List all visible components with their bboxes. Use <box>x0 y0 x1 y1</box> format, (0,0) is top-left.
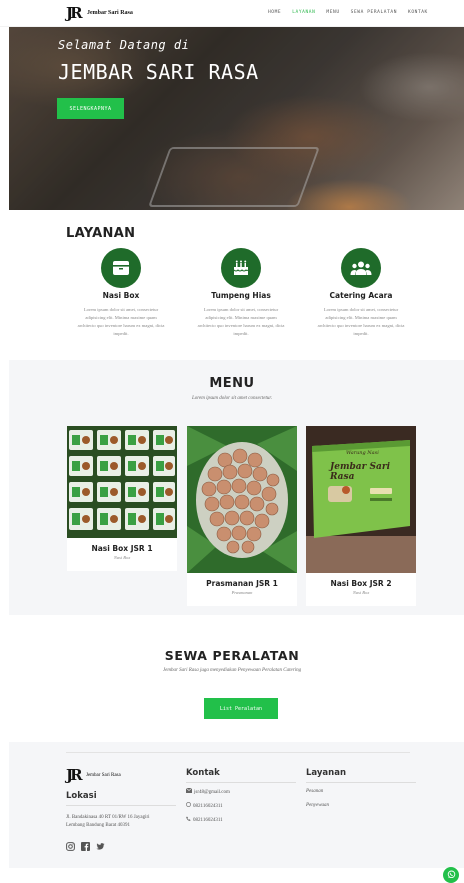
list-peralatan-button[interactable]: List Peralatan <box>204 698 278 719</box>
layanan-footer-divider <box>306 782 416 783</box>
nasi-box-photo <box>67 426 177 538</box>
hero-more-button[interactable]: Selengkapnya <box>57 98 124 119</box>
address-line-1: Jl. Bandakinasa 40 RT 01/RW 16 Jayagiri <box>66 815 150 820</box>
whatsapp-icon <box>447 866 456 883</box>
box-icon <box>101 248 141 288</box>
service-desc: Lorem ipsum dolor sit amet, consectetur … <box>317 307 405 336</box>
email-text: jsr48@gmail.com <box>194 789 230 795</box>
envelope-icon <box>185 787 193 797</box>
menu-subtitle: Lorem ipsum dolor sit amet consectetur. <box>191 396 273 401</box>
lokasi-title: Lokasi <box>66 791 97 801</box>
nav-item-home[interactable]: Home <box>268 10 281 15</box>
email-row[interactable]: jsr48@gmail.com <box>185 787 230 797</box>
prasmanan-photo <box>187 426 297 573</box>
menu-card-category: Nasi Box <box>352 590 370 595</box>
footer-link-penyewaan[interactable]: Penyewaan <box>306 802 329 810</box>
service-desc: Lorem ipsum dolor sit amet, consectetur … <box>77 307 165 336</box>
service-name: Catering Acara <box>329 291 393 300</box>
footer-link-pesanan[interactable]: Pesanan <box>306 788 323 796</box>
service-desc: Lorem ipsum dolor sit amet, consectetur … <box>197 307 285 336</box>
hero-welcome-text: Selamat Datang di <box>58 38 190 52</box>
whatsapp-float-button[interactable] <box>443 867 459 883</box>
sewa-subtitle: Jembar Sari Rasa juga menyediakan Penyew… <box>162 668 302 673</box>
social-links <box>66 842 105 851</box>
service-name: Tumpeng Hias <box>211 291 271 300</box>
menu-card-name: Nasi Box JSR 1 <box>91 544 153 553</box>
nav-item-layanan[interactable]: Layanan <box>292 10 315 15</box>
kontak-title: Kontak <box>186 768 220 778</box>
footer-brand-text: Jembar Sari Rasa <box>86 772 121 778</box>
menu-card-category: Prasmanan <box>231 590 253 595</box>
address-line-2: Lembang Bandung Barat 40391 <box>66 823 131 828</box>
menu-card-nasi-box-jsr-2[interactable]: Warung Nasi Jembar Sari Rasa Nasi Box JS… <box>306 426 416 606</box>
users-icon <box>341 248 381 288</box>
brand-mark: JR <box>66 4 83 22</box>
kontak-divider <box>186 782 296 783</box>
service-nasi-box: Nasi Box Lorem ipsum dolor sit amet, con… <box>76 248 166 338</box>
hero-food-tray <box>148 147 320 207</box>
service-name: Nasi Box <box>102 291 140 300</box>
nav-item-sewa-peralatan[interactable]: Sewa Peralatan <box>351 10 397 15</box>
menu-card-prasmanan-jsr-1[interactable]: Prasmanan JSR 1 Prasmanan <box>187 426 297 606</box>
phone-text: 082116024311 <box>193 803 223 809</box>
box-label-name: Jembar Sari Rasa <box>330 462 390 482</box>
layanan-title: LAYANAN <box>66 226 136 241</box>
nasi-box-2-photo: Warung Nasi Jembar Sari Rasa <box>306 426 416 573</box>
lokasi-divider <box>66 805 176 806</box>
menu-title: MENU <box>209 376 255 391</box>
hero-title: JEMBAR SARI RASA <box>58 60 259 84</box>
sewa-title: SEWA PERALATAN <box>164 648 300 663</box>
nav-menu: Home Layanan Menu Sewa Peralatan Kontak <box>268 10 428 15</box>
cake-icon <box>221 248 261 288</box>
nav-item-menu[interactable]: Menu <box>326 10 339 15</box>
phone-row-1[interactable]: 082116024311 <box>186 802 223 811</box>
instagram-icon[interactable] <box>66 842 75 851</box>
phone-row-2[interactable]: 082116024311 <box>186 816 223 825</box>
footer-brand-mark: JR <box>66 766 83 784</box>
phone-icon <box>186 816 191 825</box>
service-catering-acara: Catering Acara Lorem ipsum dolor sit ame… <box>316 248 406 338</box>
layanan-footer-title: Layanan <box>306 768 347 778</box>
menu-card-name: Prasmanan JSR 1 <box>206 579 278 588</box>
service-tumpeng-hias: Tumpeng Hias Lorem ipsum dolor sit amet,… <box>196 248 286 338</box>
nav-item-kontak[interactable]: Kontak <box>408 10 428 15</box>
menu-card-category: Nasi Box <box>113 555 131 560</box>
brand-text: Jembar Sari Rasa <box>87 10 133 16</box>
menu-card-nasi-box-jsr-1[interactable]: Nasi Box JSR 1 Nasi Box <box>67 426 177 571</box>
menu-card-name: Nasi Box JSR 2 <box>330 579 392 588</box>
footer-divider <box>66 752 410 753</box>
facebook-icon[interactable] <box>81 842 90 851</box>
whatsapp-icon <box>186 802 191 811</box>
twitter-icon[interactable] <box>96 842 105 851</box>
box-label-top: Warung Nasi <box>346 450 379 456</box>
phone-text: 082116024311 <box>193 817 223 823</box>
footer-brand[interactable]: JR Jembar Sari Rasa <box>66 766 121 784</box>
navbar: JR Jembar Sari Rasa Home Layanan Menu Se… <box>0 0 464 27</box>
brand-logo[interactable]: JR Jembar Sari Rasa <box>66 4 133 22</box>
